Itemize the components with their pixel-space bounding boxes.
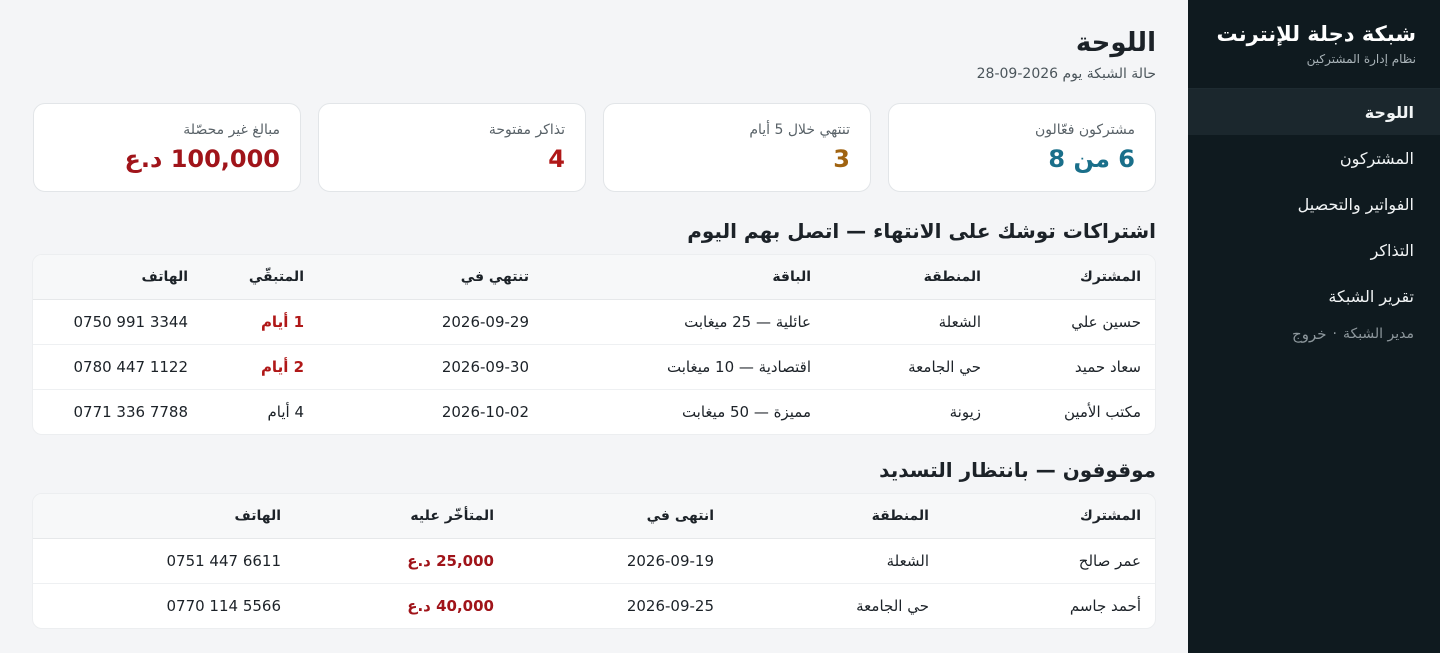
- col-phone: الهاتف: [33, 255, 202, 300]
- table-row[interactable]: مكتب الأمين زيونة مميزة — 50 ميغابت 2026…: [33, 389, 1155, 434]
- stat-card-active: مشتركون فعّالون 6 من 8: [888, 103, 1156, 192]
- col-plan: الباقة: [543, 255, 825, 300]
- subscriber-name: عمر صالح: [943, 538, 1155, 584]
- sidebar-item-subscribers[interactable]: المشتركون: [1188, 135, 1440, 181]
- col-ended: انتهى في: [508, 494, 728, 539]
- page-subtitle: حالة الشبكة يوم 2026-09-28: [976, 66, 1156, 82]
- subscriber-name: حسين علي: [995, 299, 1155, 345]
- subscriber-name: سعاد حميد: [995, 344, 1155, 390]
- subscriber-area: زيونة: [949, 402, 981, 421]
- stat-label: مبالغ غير محصّلة: [183, 122, 280, 138]
- stat-card-tickets: تذاكر مفتوحة 4: [318, 103, 586, 192]
- phone-number: 0770 114 5566: [166, 596, 281, 615]
- table-row[interactable]: أحمد جاسم حي الجامعة 2026-09-25 40,000 د…: [33, 583, 1155, 628]
- days-remaining: 1 أيام: [202, 299, 318, 345]
- suspended-table: المشترك المنطقة انتهى في المتأخّر عليه ا…: [33, 494, 1155, 628]
- logout-link[interactable]: خروج: [1292, 325, 1326, 343]
- subscriber-area: حي الجامعة: [825, 344, 995, 390]
- stat-value: 100,000 د.ع: [124, 145, 281, 173]
- sidebar-item-billing[interactable]: الفواتير والتحصيل: [1188, 181, 1440, 227]
- sidebar-item-network-report[interactable]: تقرير الشبكة: [1188, 273, 1440, 319]
- stat-card-unpaid: مبالغ غير محصّلة 100,000 د.ع: [33, 103, 301, 192]
- page-title: اللوحة: [1075, 28, 1156, 58]
- table-row[interactable]: سعاد حميد حي الجامعة اقتصادية — 10 ميغاب…: [33, 344, 1155, 390]
- table-header-row: المشترك المنطقة انتهى في المتأخّر عليه ا…: [33, 494, 1155, 539]
- ended-date: 2026-09-19: [508, 538, 728, 584]
- sidebar: شبكة دجلة للإنترنت نظام إدارة المشتركين …: [1188, 0, 1440, 653]
- subscriber-plan: اقتصادية — 10 ميغابت: [543, 344, 825, 390]
- subscriber-area: حي الجامعة: [856, 596, 929, 615]
- stat-value: 6 من 8: [1048, 145, 1135, 173]
- sidebar-nav: اللوحة المشتركون الفواتير والتحصيل التذا…: [1188, 89, 1440, 319]
- end-date: 2026-09-29: [318, 299, 543, 345]
- brand-subtitle: نظام إدارة المشتركين: [1306, 52, 1416, 66]
- main-content: اللوحة حالة الشبكة يوم 2026-09-28 مشتركو…: [32, 0, 1156, 629]
- end-date: 2026-09-30: [318, 344, 543, 390]
- table-row[interactable]: عمر صالح الشعلة 2026-09-19 25,000 د.ع 07…: [33, 538, 1155, 584]
- stat-card-expiring: تنتهي خلال 5 أيام 3: [603, 103, 871, 192]
- amount-due: 25,000 د.ع: [295, 538, 508, 584]
- brand: شبكة دجلة للإنترنت نظام إدارة المشتركين: [1188, 0, 1440, 89]
- sidebar-item-tickets[interactable]: التذاكر: [1188, 227, 1440, 273]
- suspended-section-title: موقوفون — بانتظار التسديد: [879, 458, 1156, 482]
- col-remaining: المتبقّي: [202, 255, 318, 300]
- current-user: مدير الشبكة: [1342, 326, 1414, 342]
- ended-date: 2026-09-25: [626, 596, 714, 615]
- expiring-table: المشترك المنطقة الباقة تنتهي في المتبقّي…: [33, 255, 1155, 434]
- table-header-row: المشترك المنطقة الباقة تنتهي في المتبقّي…: [33, 255, 1155, 300]
- col-ends: تنتهي في: [318, 255, 543, 300]
- expiring-section-title: اشتراكات توشك على الانتهاء — اتصل بهم ال…: [687, 219, 1156, 243]
- stat-label: تذاكر مفتوحة: [488, 122, 565, 138]
- sidebar-item-dashboard[interactable]: اللوحة: [1188, 89, 1440, 135]
- stat-label: تنتهي خلال 5 أيام: [749, 122, 850, 138]
- col-due: المتأخّر عليه: [295, 494, 508, 539]
- table-row[interactable]: حسين علي الشعلة عائلية — 25 ميغابت 2026-…: [33, 299, 1155, 345]
- suspended-table-container: المشترك المنطقة انتهى في المتأخّر عليه ا…: [32, 493, 1156, 629]
- col-subscriber: المشترك: [943, 494, 1155, 539]
- phone-number: 0751 447 6611: [33, 538, 295, 584]
- end-date: 2026-10-02: [441, 402, 529, 421]
- stat-value: 3: [833, 145, 850, 173]
- phone-number: 0750 991 3344: [33, 299, 202, 345]
- stat-label: مشتركون فعّالون: [1034, 122, 1135, 138]
- subscriber-area: الشعلة: [728, 538, 943, 584]
- days-remaining: 2 أيام: [202, 344, 318, 390]
- days-remaining: 4 أيام: [267, 402, 304, 421]
- col-area: المنطقة: [728, 494, 943, 539]
- brand-title: شبكة دجلة للإنترنت: [1216, 22, 1416, 46]
- amount-due: 40,000 د.ع: [407, 596, 494, 615]
- phone-number: 0771 336 7788: [73, 402, 188, 421]
- subscriber-plan: عائلية — 25 ميغابت: [543, 299, 825, 345]
- col-area: المنطقة: [825, 255, 995, 300]
- phone-number: 0780 447 1122: [33, 344, 202, 390]
- col-subscriber: المشترك: [995, 255, 1155, 300]
- expiring-table-container: المشترك المنطقة الباقة تنتهي في المتبقّي…: [32, 254, 1156, 435]
- subscriber-plan: مميزة — 50 ميغابت: [681, 402, 811, 421]
- subscriber-name: أحمد جاسم: [1069, 596, 1141, 615]
- subscriber-name: مكتب الأمين: [1063, 402, 1141, 421]
- subscriber-area: الشعلة: [825, 299, 995, 345]
- col-phone: الهاتف: [33, 494, 295, 539]
- stat-value: 4: [548, 145, 565, 173]
- sidebar-footer: مدير الشبكة · خروج: [1188, 325, 1440, 343]
- separator: ·: [1332, 326, 1337, 342]
- stat-cards: مشتركون فعّالون 6 من 8 تنتهي خلال 5 أيام…: [32, 103, 1156, 192]
